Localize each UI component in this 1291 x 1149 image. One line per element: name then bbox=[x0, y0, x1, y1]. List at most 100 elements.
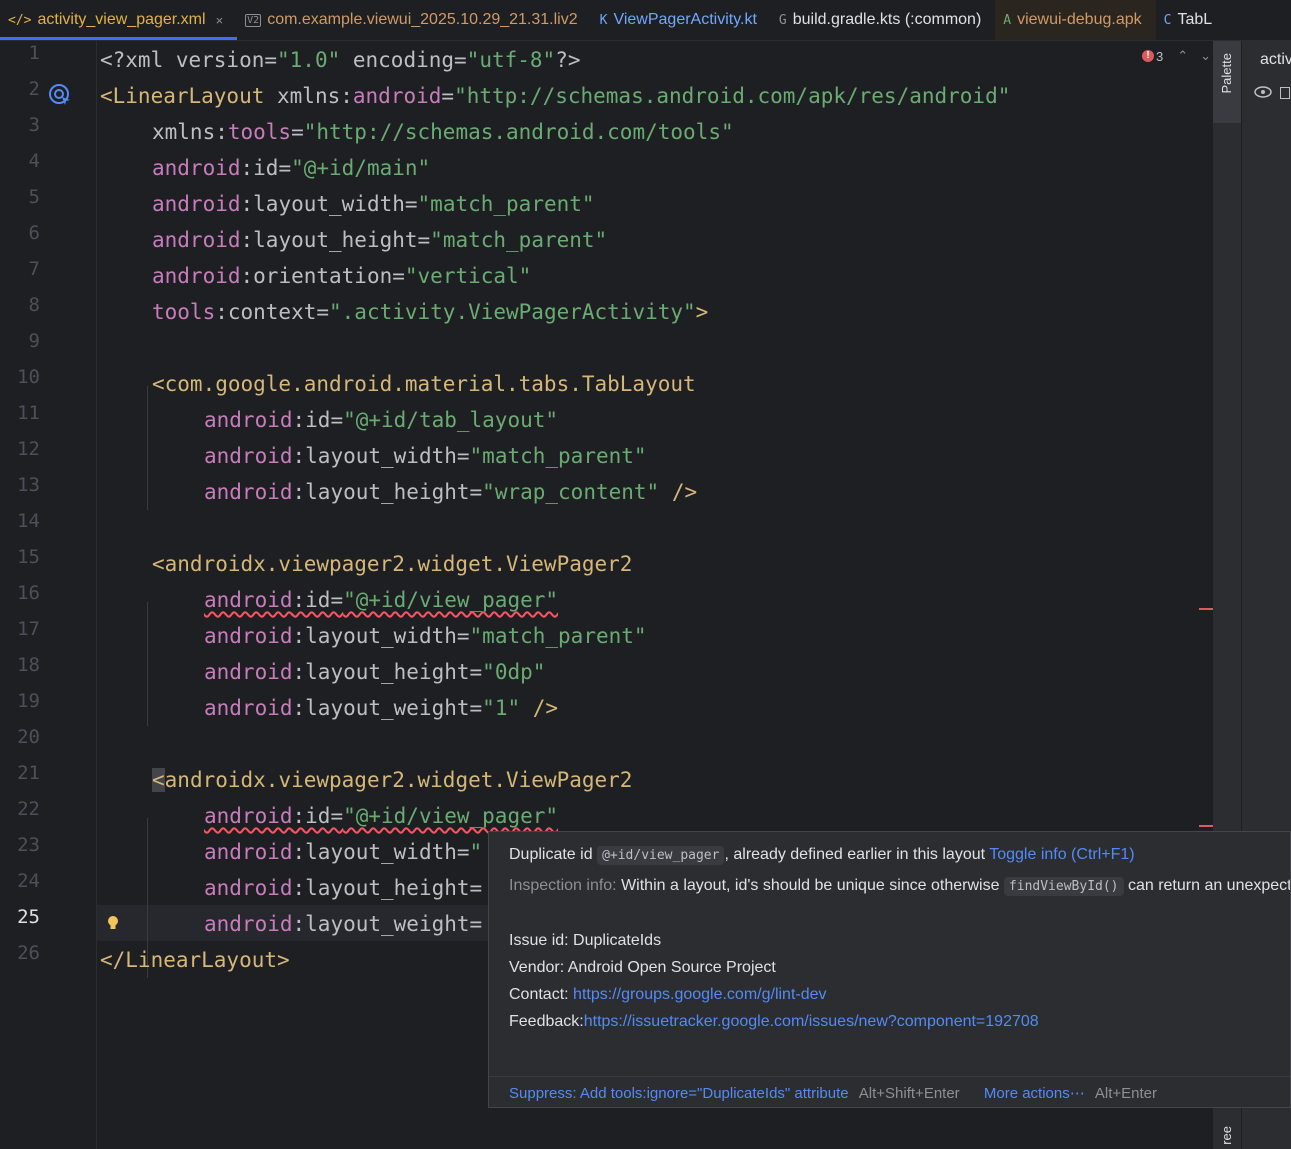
line-number: 5 bbox=[28, 186, 40, 208]
line-number: 8 bbox=[28, 294, 40, 316]
line-number-current: 25 bbox=[17, 906, 40, 928]
code-line-17: android:layout_width="match_parent" bbox=[204, 624, 647, 648]
line-number: 6 bbox=[28, 222, 40, 244]
feedback: Feedback:https://issuetracker.google.com… bbox=[509, 1013, 1039, 1030]
code-line-6: android:layout_height="match_parent" bbox=[152, 228, 608, 252]
line-number: 23 bbox=[17, 834, 40, 856]
code-line-2: <LinearLayout xmlns:android="http://sche… bbox=[100, 84, 1011, 108]
tab-build-gradle-kts[interactable]: G build.gradle.kts (:common) bbox=[771, 0, 995, 40]
tab-activity-view-pager-xml[interactable]: </> activity_view_pager.xml × bbox=[0, 0, 238, 40]
inspection-info: Inspection info: Within a layout, id's s… bbox=[509, 877, 1290, 896]
code-line-13: android:layout_height="wrap_content" /> bbox=[204, 480, 698, 504]
line-number: 24 bbox=[17, 870, 40, 892]
activity-gutter-icon[interactable] bbox=[48, 83, 72, 107]
tab-label: com.example.viewui_2025.10.29_21.31.liv2 bbox=[267, 11, 578, 28]
apk-icon: A bbox=[1003, 12, 1012, 28]
tab-label: viewui-debug.apk bbox=[1017, 11, 1142, 28]
code-line-4: android:id="@+id/main" bbox=[152, 156, 431, 180]
line-number: 15 bbox=[17, 546, 40, 568]
code-line-21: <androidx.viewpager2.widget.ViewPager2 bbox=[152, 768, 633, 792]
code-chip: @+id/view_pager bbox=[597, 846, 725, 865]
line-number: 10 bbox=[17, 366, 40, 388]
line-number: 21 bbox=[17, 762, 40, 784]
code-line-22: android:id="@+id/view_pager" bbox=[204, 804, 559, 828]
suppress-shortcut: Alt+Shift+Enter bbox=[858, 1085, 960, 1102]
suppress-action[interactable]: Suppress: Add tools:ignore="DuplicateIds… bbox=[509, 1085, 849, 1102]
line-number: 18 bbox=[17, 654, 40, 676]
error-icon: ! bbox=[1142, 50, 1154, 62]
panel-icon[interactable] bbox=[1280, 87, 1290, 99]
palette-label: Palette bbox=[1219, 53, 1234, 94]
code-line-18: android:layout_height="0dp" bbox=[204, 660, 546, 684]
code-line-7: android:orientation="vertical" bbox=[152, 264, 532, 288]
code-line-10: <com.google.android.material.tabs.TabLay… bbox=[152, 372, 696, 396]
code-line-26: </LinearLayout> bbox=[100, 948, 290, 972]
code-line-15: <androidx.viewpager2.widget.ViewPager2 bbox=[152, 552, 633, 576]
tab-viewui-debug-apk[interactable]: A viewui-debug.apk bbox=[995, 0, 1156, 40]
xml-file-icon: </> bbox=[8, 12, 32, 28]
line-number: 1 bbox=[28, 42, 40, 64]
chevron-up-icon[interactable]: ⌃ bbox=[1177, 48, 1188, 64]
code-line-24: android:layout_height= bbox=[204, 876, 483, 900]
chevron-down-icon[interactable]: ⌄ bbox=[1200, 48, 1211, 64]
line-number: 13 bbox=[17, 474, 40, 496]
toggle-info-link[interactable]: Toggle info (Ctrl+F1) bbox=[989, 846, 1134, 863]
more-actions-link[interactable]: More actions⋯ bbox=[984, 1085, 1085, 1102]
code-line-3: xmlns:tools="http://schemas.android.com/… bbox=[152, 120, 734, 144]
line-number: 19 bbox=[17, 690, 40, 712]
line-number: 17 bbox=[17, 618, 40, 640]
tab-tablayout[interactable]: C TabL bbox=[1156, 0, 1227, 40]
problems-indicator[interactable]: ! 3 ⌃ ⌄ bbox=[1142, 48, 1211, 64]
tab-viewpageractivity-kt[interactable]: K ViewPagerActivity.kt bbox=[592, 0, 771, 40]
line-number: 4 bbox=[28, 150, 40, 172]
eye-icon[interactable] bbox=[1254, 85, 1272, 104]
code-line-5: android:layout_width="match_parent" bbox=[152, 192, 595, 216]
line-number: 16 bbox=[17, 582, 40, 604]
tab-label: ViewPagerActivity.kt bbox=[613, 11, 757, 28]
component-tree-label[interactable]: ree bbox=[1219, 1126, 1234, 1145]
vendor: Vendor: Android Open Source Project bbox=[509, 959, 776, 976]
contact: Contact: https://groups.google.com/g/lin… bbox=[509, 986, 827, 1003]
code-line-12: android:layout_width="match_parent" bbox=[204, 444, 647, 468]
code-line-11: android:id="@+id/tab_layout" bbox=[204, 408, 559, 432]
class-icon: C bbox=[1163, 12, 1172, 28]
code-line-1: <?xml version="1.0" encoding="utf-8"?> bbox=[100, 48, 581, 72]
line-number: 9 bbox=[28, 330, 40, 352]
more-actions-shortcut: Alt+Enter bbox=[1094, 1085, 1158, 1102]
line-number: 7 bbox=[28, 258, 40, 280]
code-line-8: tools:context=".activity.ViewPagerActivi… bbox=[152, 300, 709, 324]
indent-guide bbox=[147, 386, 148, 510]
tab-liv2[interactable]: V2 com.example.viewui_2025.10.29_21.31.l… bbox=[237, 0, 591, 40]
code-line-23: android:layout_width=" bbox=[204, 840, 483, 864]
editor-tab-bar: </> activity_view_pager.xml × V2 com.exa… bbox=[0, 0, 1291, 41]
line-number: 12 bbox=[17, 438, 40, 460]
error-stripe-mark[interactable] bbox=[1199, 608, 1213, 610]
line-number-gutter[interactable]: 1 2 3 4 5 6 7 8 9 10 11 12 13 14 15 16 1… bbox=[0, 41, 118, 1149]
palette-tool-button[interactable]: Palette bbox=[1213, 41, 1241, 123]
popup-title: Duplicate id @+id/view_pager, already de… bbox=[509, 846, 1135, 865]
code-line-25: android:layout_weight= bbox=[204, 912, 483, 936]
line-number: 11 bbox=[17, 402, 40, 424]
tab-label: build.gradle.kts (:common) bbox=[792, 11, 982, 28]
line-number: 20 bbox=[17, 726, 40, 748]
code-chip: findViewById() bbox=[1003, 877, 1124, 896]
inspection-popup: Duplicate id @+id/view_pager, already de… bbox=[488, 831, 1291, 1108]
popup-actions: Suppress: Add tools:ignore="DuplicateIds… bbox=[489, 1076, 1290, 1107]
layout-inspector-icon: V2 bbox=[245, 13, 262, 27]
error-stripe-mark[interactable] bbox=[1199, 825, 1213, 827]
line-number: 2 bbox=[28, 78, 40, 100]
problems-count: 3 bbox=[1156, 48, 1164, 64]
tab-label: TabL bbox=[1177, 11, 1213, 28]
code-line-19: android:layout_weight="1" /> bbox=[204, 696, 559, 720]
kotlin-class-icon: K bbox=[599, 12, 608, 28]
close-icon[interactable]: × bbox=[216, 13, 224, 28]
indent-guide bbox=[147, 602, 148, 726]
feedback-link[interactable]: https://issuetracker.google.com/issues/n… bbox=[584, 1013, 1039, 1030]
contact-link[interactable]: https://groups.google.com/g/lint-dev bbox=[573, 986, 826, 1003]
tab-label: activity_view_pager.xml bbox=[37, 11, 206, 28]
code-line-16: android:id="@+id/view_pager" bbox=[204, 588, 559, 612]
issue-id: Issue id: DuplicateIds bbox=[509, 932, 662, 949]
line-number: 3 bbox=[28, 114, 40, 136]
line-number: 14 bbox=[17, 510, 40, 532]
line-number: 22 bbox=[17, 798, 40, 820]
